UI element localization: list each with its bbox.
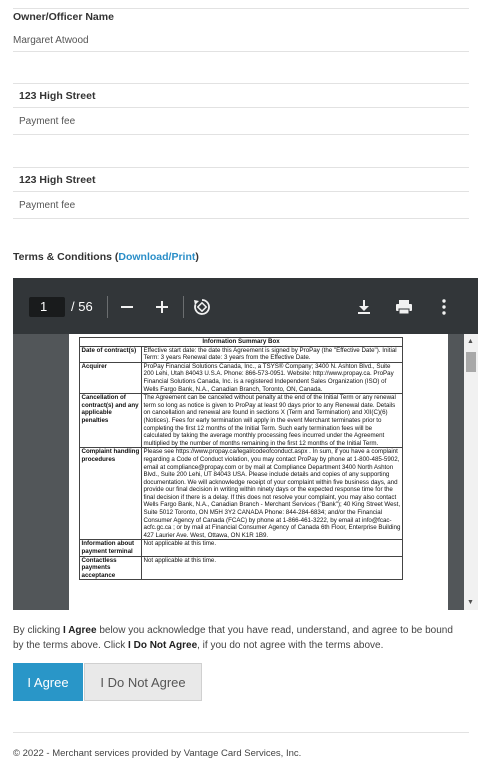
agree-button[interactable]: I Agree (13, 663, 83, 701)
row-value: Not applicable at this time. (141, 555, 403, 581)
divider (13, 167, 469, 168)
scroll-down-icon[interactable]: ▼ (467, 599, 474, 606)
summary-table: Information Summary Box Date of contract… (79, 337, 403, 581)
terms-title-prefix: Terms & Conditions ( (13, 251, 119, 263)
toolbar-separator (183, 296, 184, 318)
owner-label: Owner/Officer Name (13, 11, 114, 23)
page-total: / 56 (71, 299, 93, 314)
toolbar-separator (107, 296, 108, 318)
table-row: Contactless payments acceptance Not appli… (79, 555, 403, 581)
row-key: Contactless payments acceptance (79, 555, 142, 581)
divider (13, 8, 469, 9)
row-value: The Agreement can be canceled without pe… (141, 393, 403, 449)
pdf-viewer: 1 / 56 Information Summary Box Date of c… (13, 278, 478, 610)
table-row: Date of contract(s) Effective start date:… (79, 345, 403, 363)
scrollbar-thumb[interactable] (466, 352, 476, 372)
divider (13, 218, 469, 219)
more-icon[interactable] (433, 296, 455, 318)
print-icon[interactable] (393, 296, 415, 318)
summary-table-header: Information Summary Box (79, 337, 403, 347)
address-label: 123 High Street (19, 90, 96, 102)
row-key: Information about payment terminal (79, 539, 142, 557)
address-value: Payment fee (19, 116, 76, 127)
footer-text: © 2022 - Merchant services provided by V… (13, 748, 302, 759)
row-value: Not applicable at this time. (141, 539, 403, 557)
zoom-out-icon[interactable] (116, 296, 138, 318)
divider (13, 134, 469, 135)
divider (13, 51, 469, 52)
row-key: Complaint handling procedures (79, 447, 142, 541)
agreement-text-bold: I Do Not Agree (128, 639, 198, 651)
table-row: Complaint handling procedures Please see … (79, 447, 403, 541)
address-label: 123 High Street (19, 174, 96, 186)
table-row: Acquirer ProPay Financial Solutions Canad… (79, 361, 403, 395)
row-key: Date of contract(s) (79, 345, 142, 363)
agreement-text-part: , if you do not agree with the terms abo… (197, 639, 384, 651)
scroll-up-icon[interactable]: ▲ (467, 338, 474, 345)
rotate-icon[interactable] (191, 296, 213, 318)
download-icon[interactable] (353, 296, 375, 318)
disagree-button[interactable]: I Do Not Agree (84, 663, 202, 701)
pdf-scrollbar[interactable]: ▲ ▼ (464, 334, 478, 610)
row-value: ProPay Financial Solutions Canada, Inc.,… (141, 361, 403, 395)
agreement-text: By clicking I Agree below you acknowledg… (13, 624, 453, 653)
row-key: Acquirer (79, 361, 142, 395)
divider (13, 83, 469, 84)
row-value: Effective start date: the date this Agre… (141, 345, 403, 363)
address-value: Payment fee (19, 200, 76, 211)
terms-title-suffix: ) (195, 251, 199, 263)
pdf-toolbar: 1 / 56 (13, 278, 478, 334)
row-key: Cancellation of contract(s) and any appl… (79, 393, 142, 449)
agreement-text-part: By clicking (13, 625, 64, 636)
table-row: Information about payment terminal Not ap… (79, 539, 403, 557)
zoom-in-icon[interactable] (151, 296, 173, 318)
page-number-input[interactable]: 1 (29, 297, 65, 317)
divider (13, 191, 469, 192)
pdf-page: Information Summary Box Date of contract… (69, 334, 448, 610)
owner-value: Margaret Atwood (13, 35, 89, 46)
divider (13, 107, 469, 108)
download-print-link[interactable]: Download/Print (118, 251, 195, 263)
terms-title: Terms & Conditions (Download/Print) (13, 251, 199, 263)
divider (13, 732, 469, 733)
table-row: Cancellation of contract(s) and any appl… (79, 393, 403, 449)
agreement-text-bold: I Agree (63, 625, 97, 636)
row-value: Please see https://www.propay.ca/legal/c… (141, 447, 403, 541)
